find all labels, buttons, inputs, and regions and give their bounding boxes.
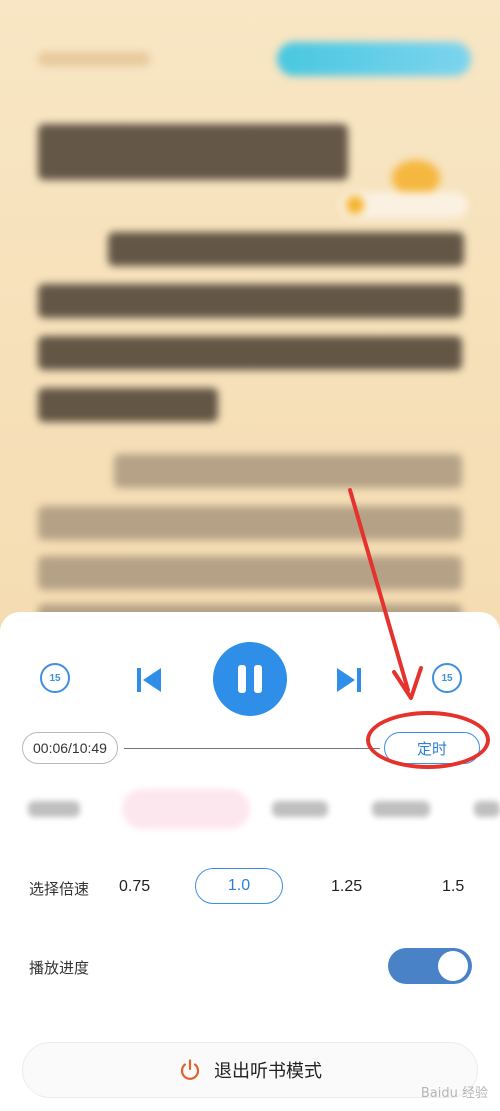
- pause-icon: [238, 665, 262, 693]
- speed-option-selected[interactable]: 1.0: [195, 868, 283, 904]
- speed-option-075[interactable]: 0.75: [119, 878, 150, 896]
- forward-15-icon: 15: [441, 672, 453, 684]
- playback-progress-toggle[interactable]: [388, 948, 472, 984]
- reader-chapter-info: [38, 52, 150, 66]
- voice-selector[interactable]: [22, 787, 500, 833]
- voice-option-selected[interactable]: [122, 789, 250, 829]
- toggle-knob: [438, 951, 468, 981]
- reader-top-pill: [277, 42, 471, 76]
- listen-panel: 15 15 00:06/10:49 定时 选择倍速 0.75 1.0 1.25 …: [0, 612, 500, 1111]
- rewind-15-icon: 15: [49, 672, 61, 684]
- next-icon: [337, 668, 361, 692]
- previous-chapter-button[interactable]: [131, 662, 167, 698]
- exit-label: 退出听书模式: [214, 1061, 322, 1081]
- sticker-icon: [392, 160, 440, 196]
- text-line: [38, 506, 462, 540]
- speed-options: 0.75 1.0 1.25 1.5: [0, 868, 500, 908]
- previous-icon: [137, 668, 161, 692]
- text-line: [108, 232, 464, 266]
- voice-option[interactable]: [372, 801, 430, 817]
- exit-listen-mode-button[interactable]: 退出听书模式: [22, 1042, 478, 1098]
- watermark: Baidu 经验: [420, 1086, 488, 1101]
- voice-option[interactable]: [272, 801, 328, 817]
- rewind-15-button[interactable]: 15: [40, 663, 70, 693]
- text-line: [38, 336, 462, 370]
- next-chapter-button[interactable]: [331, 662, 367, 698]
- progress-track[interactable]: [124, 748, 380, 749]
- text-line: [38, 556, 462, 590]
- voice-option[interactable]: [28, 801, 80, 817]
- text-line: [38, 284, 462, 318]
- pause-button[interactable]: [213, 642, 287, 716]
- time-readout: 00:06/10:49: [22, 732, 118, 764]
- forward-15-button[interactable]: 15: [432, 663, 462, 693]
- text-line: [38, 388, 218, 422]
- reader-page: [0, 0, 500, 640]
- text-line: [114, 454, 462, 488]
- reader-tag: [340, 192, 468, 218]
- speed-option-125[interactable]: 1.25: [331, 878, 362, 896]
- chapter-title: [38, 124, 348, 180]
- voice-option[interactable]: [474, 801, 500, 817]
- power-icon: [180, 1059, 200, 1080]
- playback-progress-label: 播放进度: [29, 960, 90, 977]
- annotation-ellipse: [366, 711, 490, 769]
- speed-option-15[interactable]: 1.5: [442, 878, 464, 896]
